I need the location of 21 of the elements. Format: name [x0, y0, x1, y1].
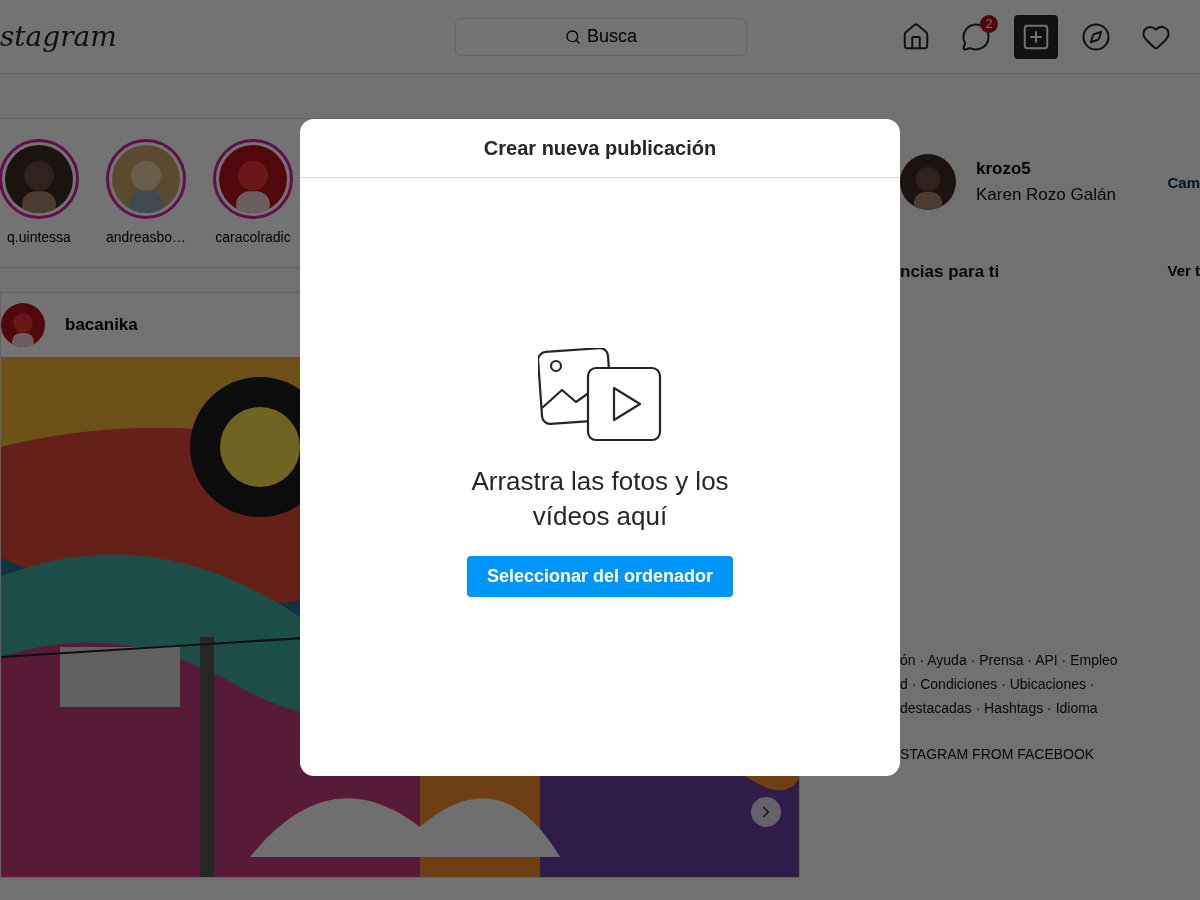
profile-username[interactable]: krozo5	[976, 159, 1148, 179]
footer-links: ón · Ayuda · Prensa · API · Empleo	[900, 652, 1119, 668]
post-username[interactable]: bacanika	[65, 315, 138, 335]
drop-message: Arrastra las fotos y los vídeos aquí	[470, 465, 730, 533]
notification-badge: 2	[980, 14, 998, 33]
story-username: andreasbo…	[105, 229, 187, 245]
instagram-logo[interactable]: stagram	[0, 20, 455, 53]
select-from-computer-button[interactable]: Seleccionar del ordenador	[467, 556, 733, 597]
switch-link[interactable]: Cam	[1167, 173, 1200, 191]
messenger-nav-button[interactable]: 2	[954, 14, 998, 59]
suggestions-title: ncias para ti	[900, 262, 1000, 282]
copyright-text: STAGRAM FROM FACEBOOK	[900, 746, 1096, 762]
footer-links: destacadas · Hashtags · Idioma	[900, 700, 1099, 716]
see-all-link[interactable]: Ver t	[1167, 262, 1200, 282]
search-placeholder: Busca	[587, 26, 637, 47]
story-username: caracolradic	[215, 229, 291, 245]
profile-name: Karen Rozo Galán	[976, 185, 1117, 205]
footer-links: d · Condiciones · Ubicaciones ·	[900, 676, 1096, 692]
search-field[interactable]: Busca	[455, 17, 747, 56]
story-username: q.uintessa	[7, 229, 71, 245]
dialog-title: Crear nueva publicación	[483, 136, 717, 160]
